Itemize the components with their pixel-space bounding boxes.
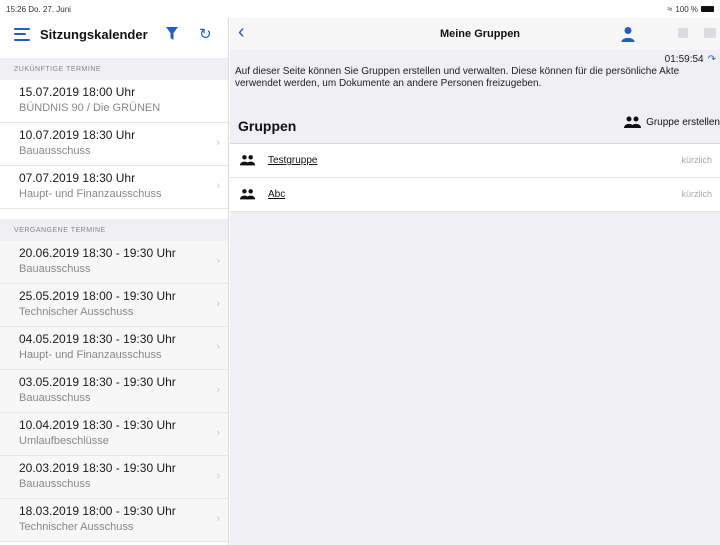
group-timestamp: kürzlich (681, 155, 712, 165)
menu-icon[interactable] (14, 27, 30, 41)
section-header-past: VERGANGENE TERMINE (0, 219, 228, 241)
group-name-link[interactable]: Abc (268, 189, 285, 200)
list-item[interactable]: 04.05.2019 18:30 - 19:30 Uhr Haupt- und … (0, 327, 228, 370)
list-item[interactable]: 20.03.2019 18:30 - 19:30 Uhr Bauausschus… (0, 456, 228, 499)
sidebar: Sitzungskalender ↻ ZUKÜNFTIGE TERMINE 15… (0, 18, 229, 545)
event-committee: Umlaufbeschlüsse (19, 435, 109, 447)
status-date: Do. 27. Juni (28, 5, 71, 14)
create-group-button[interactable]: Gruppe erstellen (624, 116, 720, 128)
list-item[interactable]: 10.04.2019 18:30 - 19:30 Uhr Umlaufbesch… (0, 413, 228, 456)
section-header-future: ZUKÜNFTIGE TERMINE (0, 58, 228, 80)
event-committee: BÜNDNIS 90 / Die GRÜNEN (19, 102, 161, 114)
groups-header: Gruppen Gruppe erstellen (230, 110, 720, 140)
status-indicators: ≈ 100 % (667, 4, 714, 14)
chevron-right-icon: › (216, 427, 220, 439)
event-committee: Bauausschuss (19, 392, 91, 404)
list-item[interactable]: 18.03.2019 18:00 - 19:30 Uhr Technischer… (0, 499, 228, 542)
list-item[interactable]: 15.07.2019 18:00 Uhr BÜNDNIS 90 / Die GR… (0, 80, 228, 123)
create-group-label: Gruppe erstellen (646, 116, 720, 128)
chevron-right-icon: › (216, 298, 220, 310)
wifi-icon: ≈ (667, 4, 673, 14)
event-date: 07.07.2019 18:30 Uhr (19, 171, 136, 185)
list-item[interactable]: 07.07.2019 18:30 Uhr Haupt- und Finanzau… (0, 166, 228, 209)
event-committee: Technischer Ausschuss (19, 521, 134, 533)
disabled-action-icon (704, 28, 716, 38)
list-item[interactable]: Testgruppe kürzlich (230, 144, 720, 178)
event-date: 03.05.2019 18:30 - 19:30 Uhr (19, 375, 176, 389)
event-date: 10.07.2019 18:30 Uhr (19, 128, 136, 142)
battery-icon (701, 6, 714, 12)
event-committee: Haupt- und Finanzausschuss (19, 188, 162, 200)
chevron-right-icon: › (216, 255, 220, 267)
disabled-action-icon (678, 28, 688, 38)
event-committee: Technischer Ausschuss (19, 306, 134, 318)
main-panel: ‹ Meine Gruppen 01:59:54 ↷ Auf dieser Sei… (230, 18, 720, 545)
event-date: 18.03.2019 18:00 - 19:30 Uhr (19, 504, 176, 518)
list-item[interactable]: 25.05.2019 18:00 - 19:30 Uhr Technischer… (0, 284, 228, 327)
groups-list: Testgruppe kürzlich Abc kürzlich (230, 143, 720, 212)
battery-label: 100 % (675, 4, 698, 14)
chevron-right-icon: › (216, 384, 220, 396)
info-text: Auf dieser Seite können Sie Gruppen erst… (235, 66, 680, 89)
event-committee: Bauausschuss (19, 478, 91, 490)
timer-icon: ↷ (707, 54, 716, 65)
event-date: 25.05.2019 18:00 - 19:30 Uhr (19, 289, 176, 303)
sidebar-header: Sitzungskalender ↻ (0, 18, 228, 50)
group-name-link[interactable]: Testgruppe (268, 155, 317, 166)
chevron-right-icon: › (216, 137, 220, 149)
navigation-bar: ‹ Meine Gruppen (230, 18, 720, 50)
chevron-right-icon: › (216, 513, 220, 525)
chevron-right-icon: › (216, 341, 220, 353)
refresh-icon[interactable]: ↻ (199, 25, 212, 43)
group-icon (624, 116, 642, 128)
sidebar-title: Sitzungskalender (40, 26, 148, 42)
list-item[interactable]: 20.06.2019 18:30 - 19:30 Uhr Bauausschus… (0, 241, 228, 284)
event-date: 04.05.2019 18:30 - 19:30 Uhr (19, 332, 176, 346)
group-timestamp: kürzlich (681, 189, 712, 199)
event-date: 15.07.2019 18:00 Uhr (19, 85, 136, 99)
group-icon (240, 189, 256, 200)
user-icon[interactable] (621, 26, 635, 42)
event-date: 10.04.2019 18:30 - 19:30 Uhr (19, 418, 176, 432)
status-bar: 15:26 Do. 27. Juni ≈ 100 % (0, 0, 720, 18)
groups-title: Gruppen (238, 118, 297, 134)
list-item[interactable]: 10.07.2019 18:30 Uhr Bauausschuss › (0, 123, 228, 166)
event-committee: Haupt- und Finanzausschuss (19, 349, 162, 361)
event-committee: Bauausschuss (19, 263, 91, 275)
page-title: Meine Gruppen (439, 28, 521, 40)
list-item[interactable]: 03.05.2019 18:30 - 19:30 Uhr Bauausschus… (0, 370, 228, 413)
chevron-right-icon: › (216, 470, 220, 482)
event-date: 20.03.2019 18:30 - 19:30 Uhr (19, 461, 176, 475)
timer-value: 01:59:54 (664, 54, 704, 65)
event-date: 20.06.2019 18:30 - 19:30 Uhr (19, 246, 176, 260)
session-timer: 01:59:54 ↷ (665, 54, 716, 65)
list-item[interactable]: Abc kürzlich (230, 178, 720, 212)
filter-icon[interactable] (165, 26, 179, 42)
status-time: 15:26 (6, 5, 27, 14)
group-icon (240, 155, 256, 166)
event-committee: Bauausschuss (19, 145, 91, 157)
status-time-date: 15:26 Do. 27. Juni (6, 5, 71, 14)
chevron-right-icon: › (216, 180, 220, 192)
